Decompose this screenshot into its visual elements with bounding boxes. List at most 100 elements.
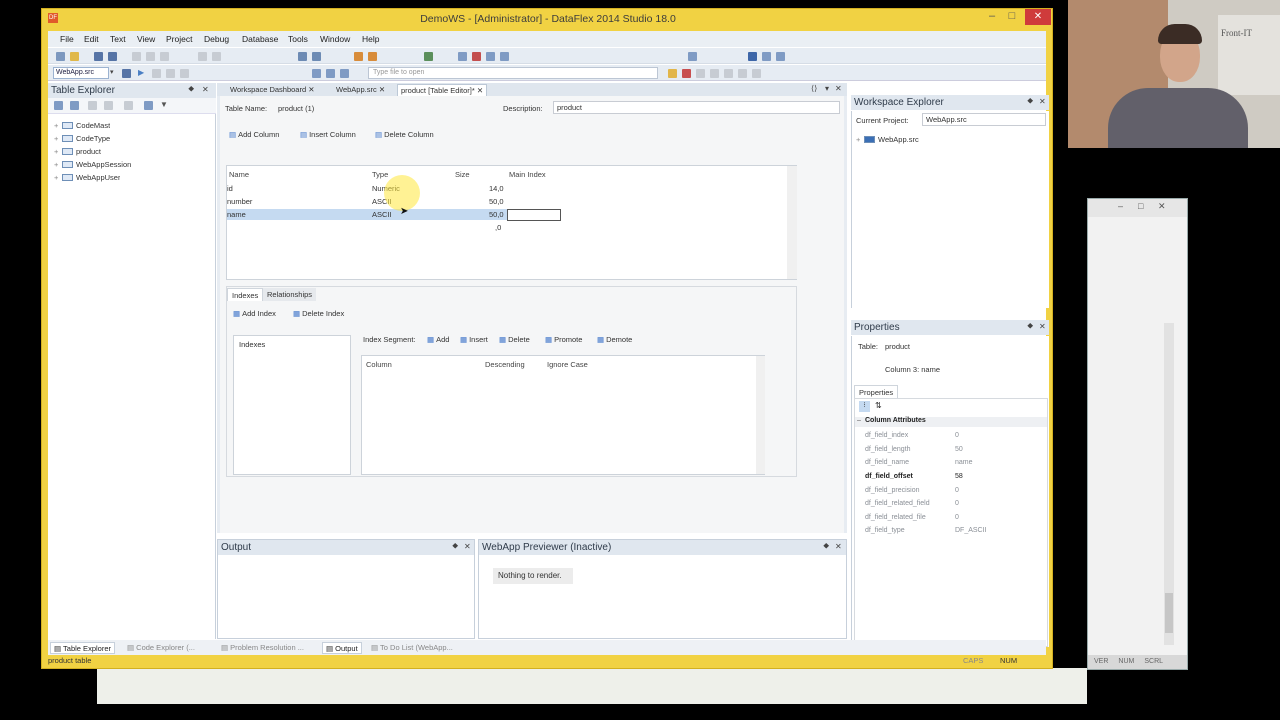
bottom-tab-table-explorer[interactable]: ▤ Table Explorer <box>50 642 115 654</box>
pin-icon[interactable]: ⯁ <box>1027 322 1033 332</box>
minimize-button[interactable]: – <box>982 10 1002 22</box>
project-select[interactable]: WebApp.src <box>53 67 109 79</box>
properties-icon[interactable] <box>776 52 785 61</box>
tab-webapp-src[interactable]: WebApp.src ✕ <box>333 84 388 96</box>
delete-column-button[interactable]: ▤ Delete Column <box>375 130 434 139</box>
pin-icon[interactable]: ⯁ <box>452 542 458 552</box>
menu-view[interactable]: View <box>137 34 155 44</box>
tab-scroll-icon[interactable]: ⟨⟩ <box>811 84 817 93</box>
grid-scrollbar[interactable] <box>787 166 797 279</box>
play-icon[interactable]: ▶ <box>138 68 144 77</box>
tab-product-table-editor[interactable]: product [Table Editor]* ✕ <box>397 84 488 96</box>
property-name[interactable]: df_field_related_field <box>865 500 930 507</box>
tree-item-codemast[interactable]: + CodeMast <box>54 121 110 130</box>
copy-icon[interactable] <box>146 52 155 61</box>
filter-icon[interactable]: ▼ <box>160 100 168 109</box>
cell-size[interactable]: ,0 <box>495 223 501 232</box>
sort-alpha-icon[interactable]: ⇅ <box>875 401 882 410</box>
menu-help[interactable]: Help <box>362 34 379 44</box>
database-icon[interactable] <box>500 52 509 61</box>
help-icon[interactable] <box>748 52 757 61</box>
property-name[interactable]: df_field_index <box>865 432 908 439</box>
open-table-icon[interactable] <box>70 101 79 110</box>
options-icon[interactable] <box>762 52 771 61</box>
close-icon[interactable]: ✕ <box>1039 322 1046 331</box>
pin-icon[interactable]: ⯁ <box>188 85 194 95</box>
maximize-button[interactable]: □ <box>1002 10 1022 22</box>
menu-project[interactable]: Project <box>166 34 192 44</box>
add-index-button[interactable]: ▦ Add Index <box>233 309 276 318</box>
run-icon[interactable] <box>368 52 377 61</box>
segments-scrollbar[interactable] <box>756 356 765 474</box>
property-name[interactable]: df_field_offset <box>865 473 913 480</box>
close-icon[interactable]: ✕ <box>1039 97 1046 106</box>
watch-icon[interactable] <box>710 69 719 78</box>
property-value[interactable]: 0 <box>955 487 959 494</box>
pin-icon[interactable]: ⯁ <box>823 542 829 552</box>
scrollbar-thumb[interactable] <box>1165 593 1173 633</box>
report-icon[interactable] <box>472 52 481 61</box>
menu-edit[interactable]: Edit <box>84 34 99 44</box>
stop-icon[interactable] <box>682 69 691 78</box>
threads-icon[interactable] <box>752 69 761 78</box>
menu-window[interactable]: Window <box>320 34 350 44</box>
open-folder-icon[interactable] <box>668 69 677 78</box>
new-file-icon[interactable] <box>56 52 65 61</box>
find-in-files-icon[interactable] <box>312 52 321 61</box>
debug-icon[interactable] <box>424 52 433 61</box>
property-name[interactable]: df_field_type <box>865 527 905 534</box>
tab-properties[interactable]: Properties <box>854 385 899 398</box>
collapse-icon[interactable]: – <box>857 417 861 424</box>
segment-insert-button[interactable]: ▦ Insert <box>460 335 488 344</box>
segment-delete-button[interactable]: ▦ Delete <box>499 335 530 344</box>
menu-database[interactable]: Database <box>242 34 278 44</box>
cut-icon[interactable] <box>132 52 141 61</box>
current-project-select[interactable]: WebApp.src <box>922 113 1046 126</box>
expand-icon[interactable]: + <box>54 134 60 143</box>
tab-relationships[interactable]: Relationships <box>263 288 317 301</box>
segment-promote-button[interactable]: ▦ Promote <box>545 335 582 344</box>
categorized-icon[interactable]: ⁝ <box>859 401 870 412</box>
menu-file[interactable]: File <box>60 34 74 44</box>
property-value[interactable]: 58 <box>955 473 963 480</box>
expand-icon[interactable]: + <box>54 160 60 169</box>
close-icon[interactable]: ✕ <box>202 85 209 94</box>
description-input[interactable]: product <box>553 101 840 114</box>
undo-icon[interactable] <box>198 52 207 61</box>
tree-item-codetype[interactable]: + CodeType <box>54 134 110 143</box>
type-file-input[interactable]: Type file to open <box>368 67 658 79</box>
property-name[interactable]: df_field_related_file <box>865 514 926 521</box>
maximize-icon[interactable]: □ <box>1138 201 1143 211</box>
property-name[interactable]: df_field_precision <box>865 487 919 494</box>
bottom-tab-problem-resolution[interactable]: ▤ Problem Resolution ... <box>218 642 307 654</box>
bottom-tab-todo-list[interactable]: ▤ To Do List (WebApp... <box>368 642 456 654</box>
cell-name[interactable]: id <box>227 184 233 193</box>
cell-name[interactable]: name <box>227 210 246 219</box>
table-icon[interactable] <box>486 52 495 61</box>
property-value[interactable]: 0 <box>955 500 959 507</box>
paste-icon[interactable] <box>160 52 169 61</box>
close-icon[interactable]: ✕ <box>835 84 842 93</box>
refresh-icon[interactable] <box>124 101 133 110</box>
tab-workspace-dashboard[interactable]: Workspace Dashboard ✕ <box>227 84 318 96</box>
property-name[interactable]: df_field_name <box>865 459 909 466</box>
property-value[interactable]: name <box>955 459 973 466</box>
menu-tools[interactable]: Tools <box>288 34 308 44</box>
tree-item-webappuser[interactable]: + WebAppUser <box>54 173 120 182</box>
cell-type[interactable]: ASCII <box>372 210 392 219</box>
property-value[interactable]: DF_ASCII <box>955 527 987 534</box>
segment-add-button[interactable]: ▦ Add <box>427 335 449 344</box>
close-icon[interactable]: ✕ <box>379 85 385 94</box>
expand-icon[interactable]: + <box>54 147 60 156</box>
save-all-icon[interactable] <box>108 52 117 61</box>
callstack-icon[interactable] <box>738 69 747 78</box>
bottom-tab-code-explorer[interactable]: ▤ Code Explorer (... <box>124 642 198 654</box>
tree-item-webapp-src[interactable]: + WebApp.src <box>856 135 919 144</box>
sort-icon[interactable] <box>144 101 153 110</box>
close-icon[interactable]: ✕ <box>1158 201 1166 212</box>
property-value[interactable]: 0 <box>955 432 959 439</box>
layout-icon[interactable] <box>458 52 467 61</box>
open-file-icon[interactable] <box>70 52 79 61</box>
property-value[interactable]: 0 <box>955 514 959 521</box>
menu-text[interactable]: Text <box>110 34 126 44</box>
